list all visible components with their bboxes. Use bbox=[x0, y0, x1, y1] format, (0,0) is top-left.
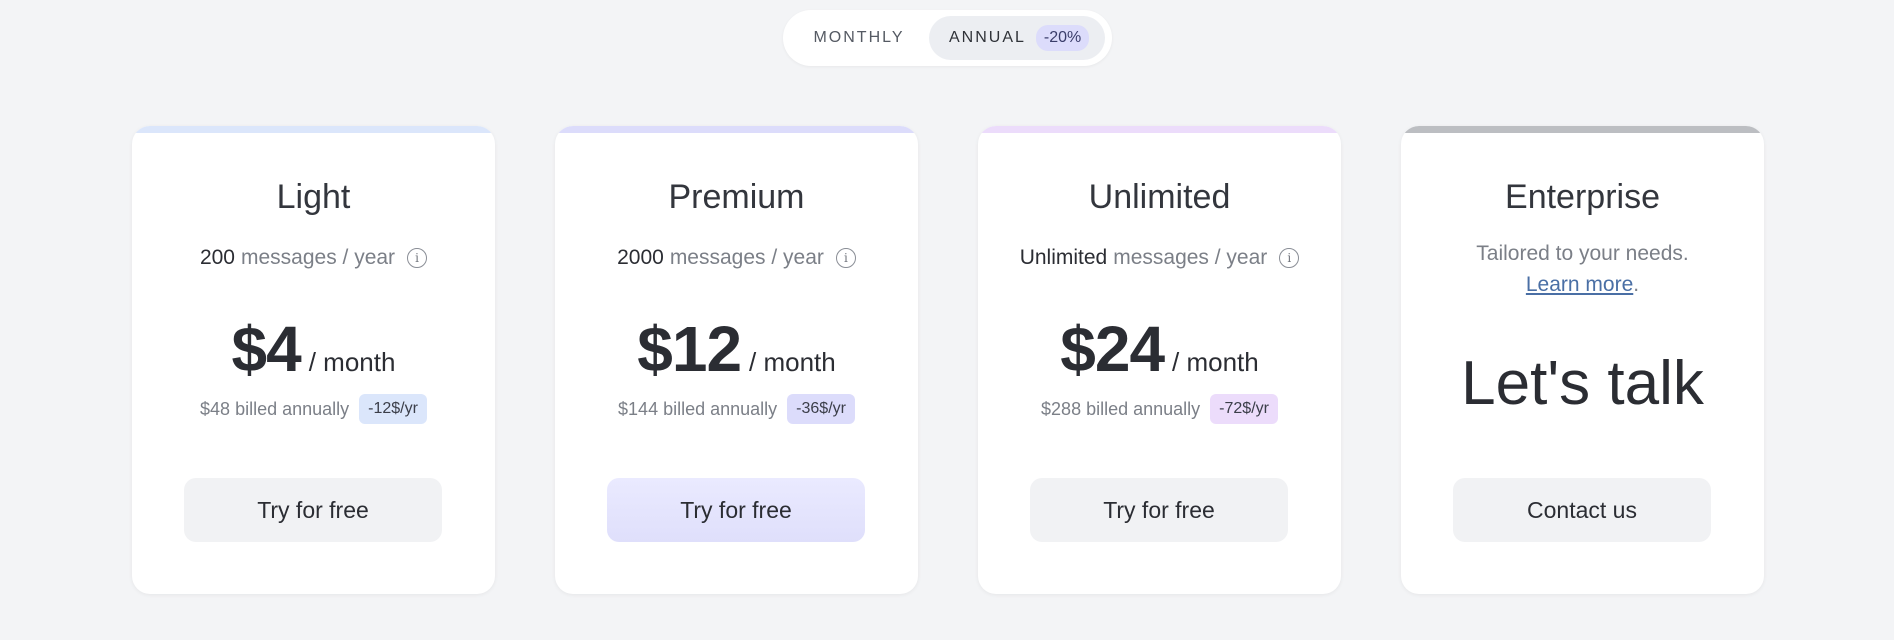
message-quantity: 200 bbox=[199, 246, 235, 269]
plan-card-unlimited: Unlimited Unlimited messages / year i $2… bbox=[978, 126, 1341, 594]
plan-card-enterprise: Enterprise Tailored to your needs. Learn… bbox=[1401, 126, 1764, 594]
try-for-free-button[interactable]: Try for free bbox=[184, 478, 442, 542]
plan-name: Light bbox=[276, 178, 351, 216]
toggle-annual-label: ANNUAL bbox=[949, 29, 1026, 46]
plan-name: Enterprise bbox=[1505, 178, 1660, 216]
message-unit: messages / year bbox=[669, 246, 824, 269]
plan-card-premium: Premium 2000 messages / year i $12 / mon… bbox=[555, 126, 918, 594]
learn-more-link[interactable]: Learn more bbox=[1526, 273, 1633, 296]
info-icon[interactable]: i bbox=[407, 248, 428, 268]
billing-info: $144 billed annually -36$/yr bbox=[555, 394, 918, 424]
plan-price: $12 / month bbox=[555, 312, 918, 386]
billed-annually: $288 billed annually bbox=[1041, 398, 1201, 419]
card-accent-bar bbox=[1401, 126, 1764, 133]
billing-info: $288 billed annually -72$/yr bbox=[978, 394, 1341, 424]
card-accent-bar bbox=[978, 126, 1341, 133]
price-period: / month bbox=[749, 347, 836, 377]
price-period: / month bbox=[1172, 347, 1259, 377]
billed-annually: $144 billed annually bbox=[618, 398, 778, 419]
info-icon[interactable]: i bbox=[1279, 248, 1300, 268]
price-amount: $12 bbox=[637, 313, 742, 385]
plan-price: $4 / month bbox=[132, 312, 495, 386]
plan-name: Unlimited bbox=[1088, 178, 1231, 216]
try-for-free-button[interactable]: Try for free bbox=[607, 478, 865, 542]
toggle-monthly-label: MONTHLY bbox=[813, 29, 905, 46]
learn-more-line: Learn more. bbox=[1401, 269, 1764, 300]
try-for-free-button[interactable]: Try for free bbox=[1030, 478, 1288, 542]
billed-annually: $48 billed annually bbox=[200, 398, 350, 419]
card-accent-bar bbox=[132, 126, 495, 133]
pricing-cards: Light 200 messages / year i $4 / month $… bbox=[132, 126, 1764, 594]
billing-info: $48 billed annually -12$/yr bbox=[132, 394, 495, 424]
plan-messages: 2000 messages / year i bbox=[555, 246, 918, 270]
plan-messages: 200 messages / year i bbox=[132, 246, 495, 270]
card-accent-bar bbox=[555, 126, 918, 133]
saving-badge: -72$/yr bbox=[1210, 394, 1278, 424]
message-quantity: 2000 bbox=[617, 246, 664, 269]
saving-badge: -12$/yr bbox=[359, 394, 427, 424]
plan-name: Premium bbox=[668, 178, 805, 216]
info-icon[interactable]: i bbox=[835, 248, 856, 268]
learn-more-suffix: . bbox=[1633, 273, 1640, 296]
price-amount: $4 bbox=[231, 313, 302, 385]
message-unit: messages / year bbox=[240, 246, 396, 269]
plan-price: $24 / month bbox=[978, 312, 1341, 386]
price-amount: $24 bbox=[1060, 313, 1165, 385]
saving-badge: -36$/yr bbox=[787, 394, 855, 424]
contact-us-button[interactable]: Contact us bbox=[1453, 478, 1711, 542]
message-quantity: Unlimited bbox=[1019, 246, 1108, 269]
annual-discount-badge: -20% bbox=[1035, 25, 1090, 51]
enterprise-tagline: Tailored to your needs. bbox=[1476, 242, 1689, 265]
toggle-annual[interactable]: ANNUAL -20% bbox=[929, 16, 1105, 60]
plan-messages: Unlimited messages / year i bbox=[978, 246, 1341, 270]
plan-card-light: Light 200 messages / year i $4 / month $… bbox=[132, 126, 495, 594]
enterprise-headline: Let's talk bbox=[1461, 349, 1704, 418]
message-unit: messages / year bbox=[1113, 246, 1268, 269]
price-period: / month bbox=[308, 347, 396, 377]
billing-toggle: MONTHLY ANNUAL -20% bbox=[783, 10, 1112, 66]
enterprise-description: Tailored to your needs. Learn more. bbox=[1401, 238, 1764, 300]
toggle-monthly[interactable]: MONTHLY bbox=[789, 16, 929, 60]
